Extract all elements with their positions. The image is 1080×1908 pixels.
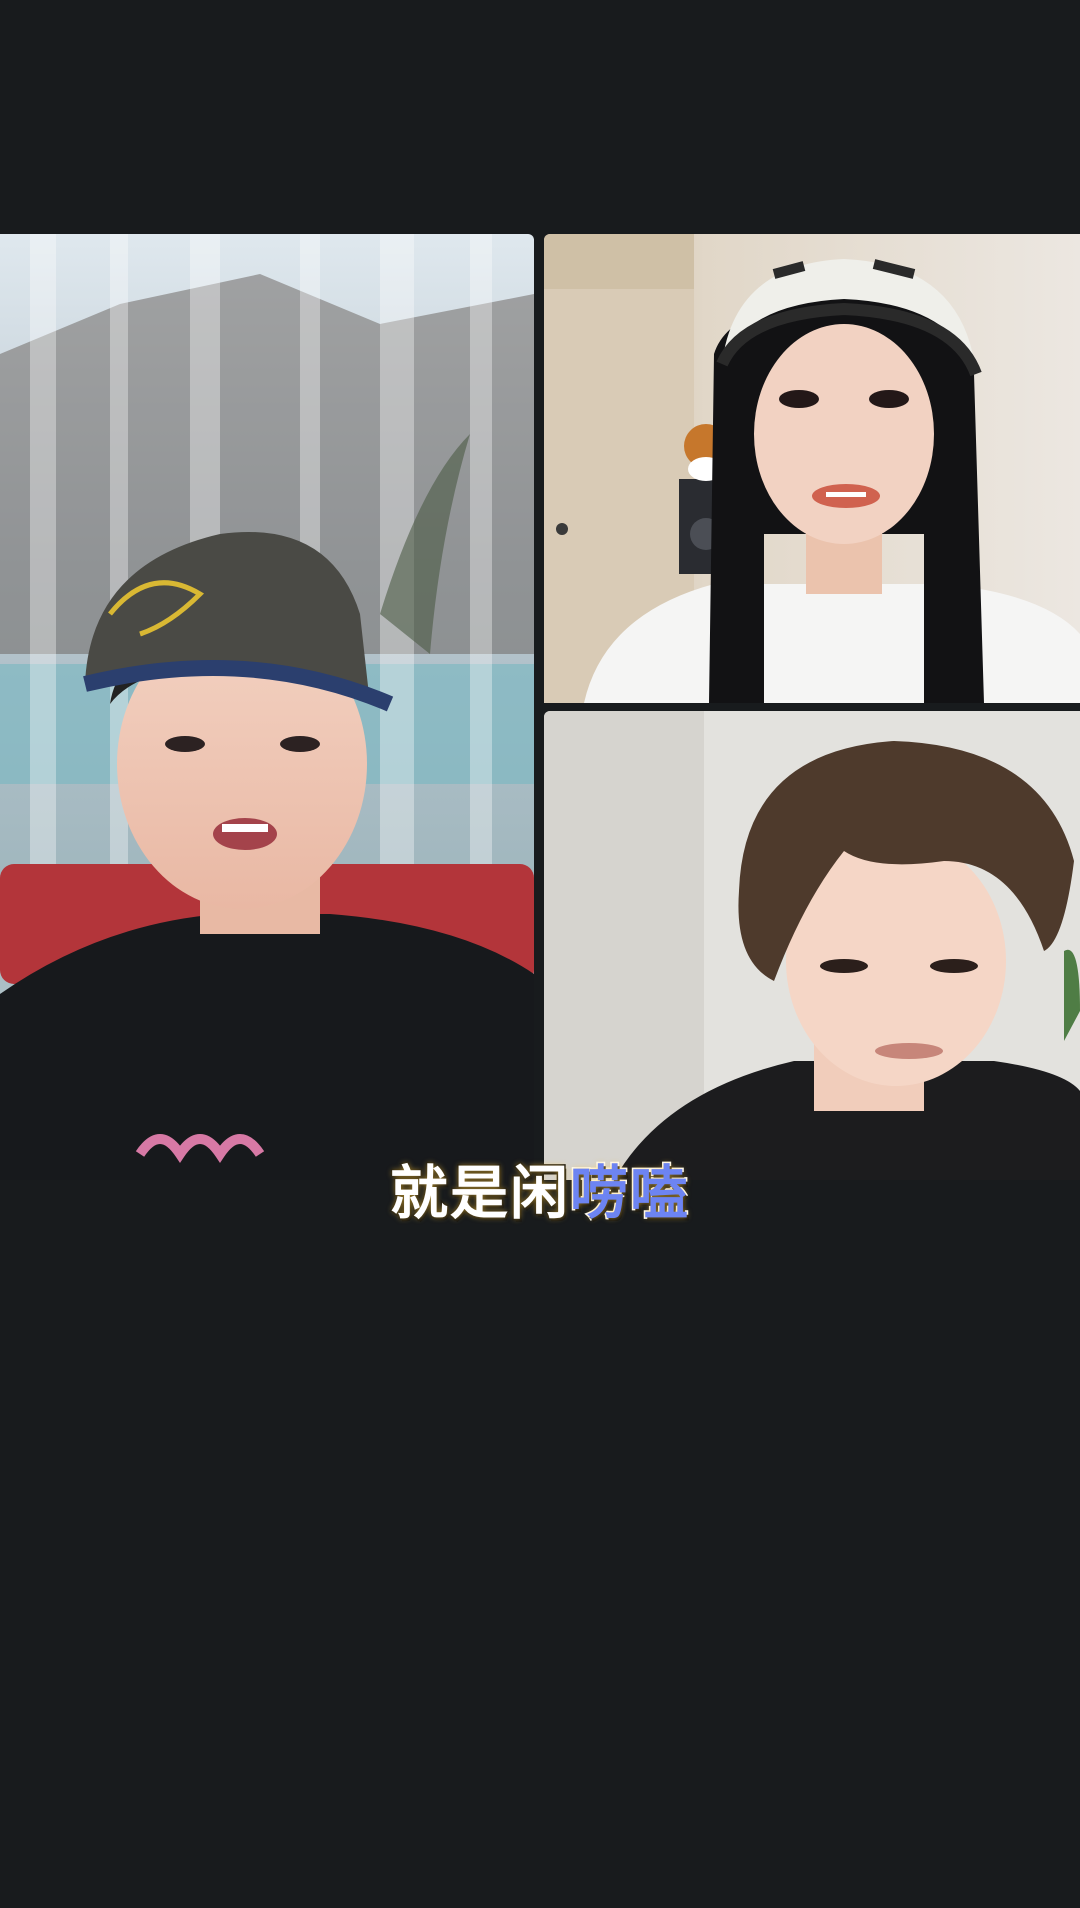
caption-text-primary: 就是闲 [388,1158,570,1229]
video-call-screen: 就是闲唠嗑 [0,0,1080,1908]
participant-video-top-right[interactable] [544,234,1080,703]
participant-video-main[interactable] [0,234,534,1180]
participant-video-bottom-right[interactable] [544,711,1080,1180]
participant-main-feed [0,234,534,1180]
caption-text-highlight: 唠嗑 [568,1158,691,1229]
participant-bottom-right-feed [544,711,1080,1180]
video-grid [0,234,1080,1180]
participant-top-right-feed [544,234,1080,703]
caption-subtitle: 就是闲唠嗑 [0,1158,1080,1229]
